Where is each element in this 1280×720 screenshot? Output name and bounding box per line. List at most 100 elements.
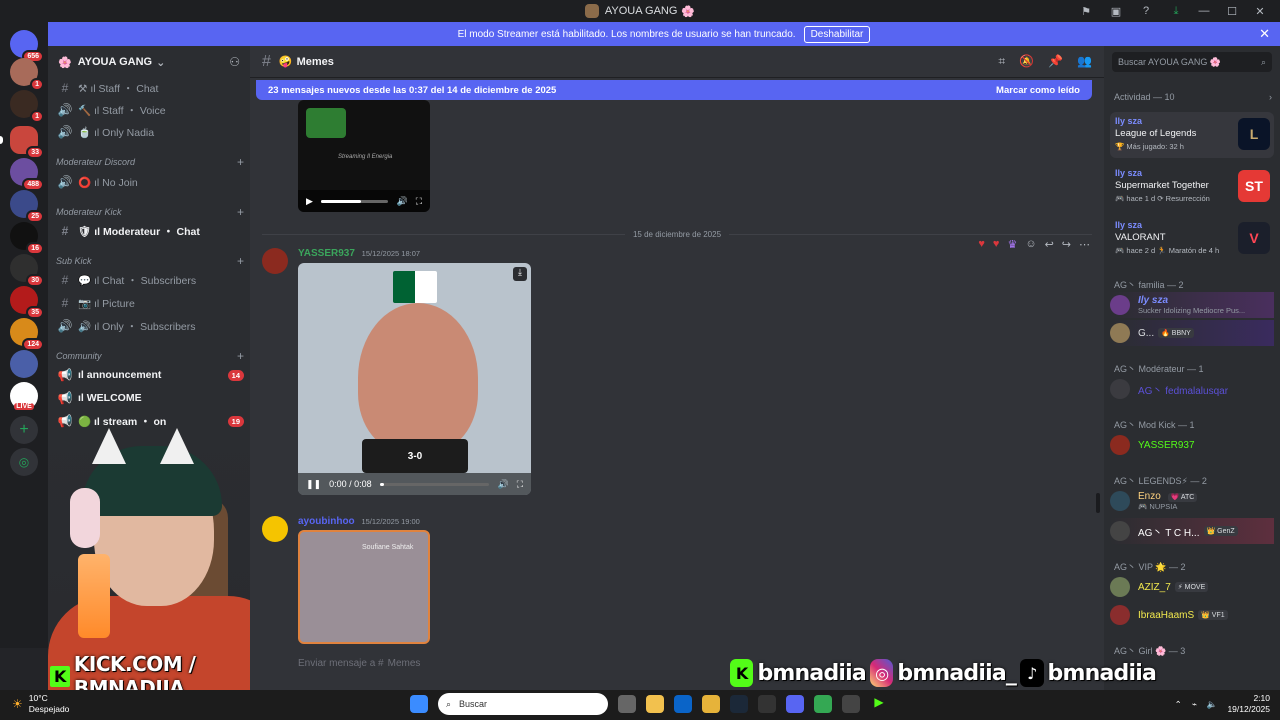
weather-widget[interactable]: ☀ 10°C Despejado: [12, 693, 69, 715]
channel-staff-voice[interactable]: 🔊 🔨 ıl Staff ・ Voice: [56, 100, 244, 120]
minimize-button[interactable]: —: [1192, 0, 1216, 22]
channel-only-nadia[interactable]: 🔊 🍵 ıl Only Nadia: [56, 122, 244, 142]
heart-reaction-icon[interactable]: ♥: [993, 238, 1000, 251]
volume-icon[interactable]: 🔊: [396, 196, 407, 207]
crown-reaction-icon[interactable]: ♛: [1007, 238, 1017, 251]
message-author[interactable]: YASSER937 15/12/2025 18:07: [298, 248, 420, 259]
volume-icon[interactable]: 🔈: [1207, 699, 1218, 710]
member-item[interactable]: AG丶 fedmalalusqar: [1110, 376, 1274, 402]
close-window-button[interactable]: ✕: [1248, 0, 1272, 22]
activity-card[interactable]: Ily sza League of Legends 🏆 Más jugado: …: [1110, 112, 1274, 158]
help-icon[interactable]: ?: [1134, 0, 1158, 22]
discord-icon[interactable]: [786, 695, 804, 713]
forward-icon[interactable]: ↪: [1062, 238, 1071, 251]
add-reaction-icon[interactable]: ☺: [1025, 238, 1036, 251]
member-item[interactable]: Ily sza Sucker Idolizing Mediocre Pus...: [1110, 292, 1274, 318]
mark-as-read-button[interactable]: Marcar como leído: [996, 85, 1080, 96]
server-icon[interactable]: [10, 350, 38, 378]
member-item[interactable]: AG丶 T C H... 👑 GenZ: [1110, 518, 1274, 544]
steam-icon[interactable]: [730, 695, 748, 713]
download-icon[interactable]: ⤓: [1164, 0, 1188, 22]
direct-messages-button[interactable]: 656: [10, 30, 44, 63]
activity-card[interactable]: Ily sza VALORANT 🎮 hace 2 d 🏃 Maratón de…: [1110, 216, 1274, 262]
server-icon[interactable]: 124: [10, 318, 44, 351]
video-attachment[interactable]: Soufiane Sahtak: [298, 530, 430, 644]
taskbar-search[interactable]: ⌕ Buscar: [438, 693, 608, 715]
chat-scrollbar[interactable]: [1096, 493, 1100, 513]
server-icon[interactable]: 35: [10, 286, 44, 319]
pin-icon[interactable]: 📌: [1048, 54, 1063, 69]
download-icon[interactable]: ⤓: [513, 267, 527, 281]
server-icon[interactable]: 488: [10, 158, 44, 191]
close-icon[interactable]: ✕: [1259, 26, 1270, 42]
server-icon[interactable]: 25: [10, 190, 44, 223]
threads-icon[interactable]: ⌗: [998, 54, 1005, 69]
add-channel-icon[interactable]: +: [237, 349, 244, 363]
member-item[interactable]: IbraaHaamS 👑 VF1: [1110, 602, 1274, 628]
kick-app-icon[interactable]: ▶: [870, 695, 888, 713]
app-icon[interactable]: [758, 695, 776, 713]
author-name[interactable]: ayoubinhoo: [298, 516, 355, 527]
play-icon[interactable]: ▶: [306, 196, 313, 207]
obs-icon[interactable]: [842, 695, 860, 713]
add-channel-icon[interactable]: +: [237, 254, 244, 268]
category-moderateur-kick[interactable]: Moderateur Kick +: [56, 204, 244, 220]
screen-icon[interactable]: ▣: [1104, 0, 1128, 22]
channel-staff-chat[interactable]: # ⚒ ıl Staff ・ Chat: [56, 78, 244, 98]
member-item[interactable]: AZIZ_7 ⚡ MOVE: [1110, 574, 1274, 600]
search-input[interactable]: Buscar AYOUA GANG 🌸 ⌕: [1112, 52, 1272, 72]
volume-icon[interactable]: 🔊: [497, 479, 508, 490]
outlook-icon[interactable]: [674, 695, 692, 713]
task-view-icon[interactable]: [618, 695, 636, 713]
video-attachment[interactable]: Streaming Il Energia ▶ 🔊 ⛶: [298, 100, 430, 212]
maximize-button[interactable]: ☐: [1220, 0, 1244, 22]
channel-announcement[interactable]: 📢 ıl announcement 14: [56, 365, 244, 385]
add-server-icon[interactable]: +: [10, 416, 38, 444]
clock[interactable]: 2:10 19/12/2025: [1227, 693, 1270, 715]
tray-chevron-icon[interactable]: ⌃: [1175, 699, 1182, 710]
server-icon[interactable]: 1: [10, 58, 44, 91]
new-messages-bar[interactable]: 23 mensajes nuevos desde las 0:37 del 14…: [256, 80, 1092, 100]
invite-people-icon[interactable]: ⚇: [229, 55, 240, 69]
video-attachment[interactable]: ⤓ 3-0 ❚❚ 0:00 / 0:08 🔊 ⛶: [298, 263, 531, 495]
member-item[interactable]: YASSER937: [1110, 432, 1274, 458]
pause-icon[interactable]: ❚❚: [306, 479, 321, 490]
mute-icon[interactable]: 🔕: [1019, 54, 1034, 69]
avatar[interactable]: [262, 516, 288, 542]
member-item[interactable]: Enzo 💗 ATC 🎮 NUPSIA: [1110, 488, 1274, 514]
add-channel-icon[interactable]: +: [237, 205, 244, 219]
network-icon[interactable]: ⌁: [1192, 699, 1197, 710]
reply-icon[interactable]: ↩: [1045, 238, 1054, 251]
chrome-icon[interactable]: [814, 695, 832, 713]
fullscreen-icon[interactable]: ⛶: [517, 479, 523, 490]
fullscreen-icon[interactable]: ⛶: [416, 196, 422, 207]
channel-moderateur-chat[interactable]: # 🛡 ıl Moderateur ・ Chat: [56, 221, 244, 241]
server-icon[interactable]: 30: [10, 254, 44, 287]
guild-header[interactable]: 🌸 AYOUA GANG ⌄ ⚇: [48, 46, 250, 78]
message-author[interactable]: ayoubinhoo 15/12/2025 19:00: [298, 516, 420, 527]
server-icon[interactable]: 16: [10, 222, 44, 255]
category-moderateur-discord[interactable]: Moderateur Discord +: [56, 154, 244, 170]
heart-reaction-icon[interactable]: ♥: [978, 238, 985, 251]
live-server-icon[interactable]: LIVE: [10, 382, 38, 410]
author-name[interactable]: YASSER937: [298, 248, 355, 259]
add-channel-icon[interactable]: +: [237, 155, 244, 169]
file-explorer-icon[interactable]: [702, 695, 720, 713]
avatar[interactable]: [262, 248, 288, 274]
explore-icon[interactable]: ◎: [10, 448, 38, 476]
inbox-icon[interactable]: ⚑: [1074, 0, 1098, 22]
server-icon[interactable]: 1: [10, 90, 44, 123]
seek-bar[interactable]: [320, 199, 389, 203]
category-sub-kick[interactable]: Sub Kick +: [56, 253, 244, 269]
members-icon[interactable]: 👥: [1077, 54, 1092, 69]
disable-streamer-button[interactable]: Deshabilitar: [803, 25, 871, 43]
activity-card[interactable]: Ily sza Supermarket Together 🎮 hace 1 d …: [1110, 164, 1274, 210]
channel-only-subscribers[interactable]: 🔊 🔊 ıl Only ・ Subscribers: [56, 316, 244, 336]
category-community[interactable]: Community +: [56, 348, 244, 364]
seek-bar[interactable]: [379, 482, 490, 486]
more-icon[interactable]: ⋯: [1079, 238, 1090, 251]
channel-welcome[interactable]: 📢 ıl WELCOME: [56, 388, 244, 408]
windows-start-icon[interactable]: [410, 695, 428, 713]
server-icon-active[interactable]: 33: [0, 126, 44, 159]
store-icon[interactable]: [646, 695, 664, 713]
